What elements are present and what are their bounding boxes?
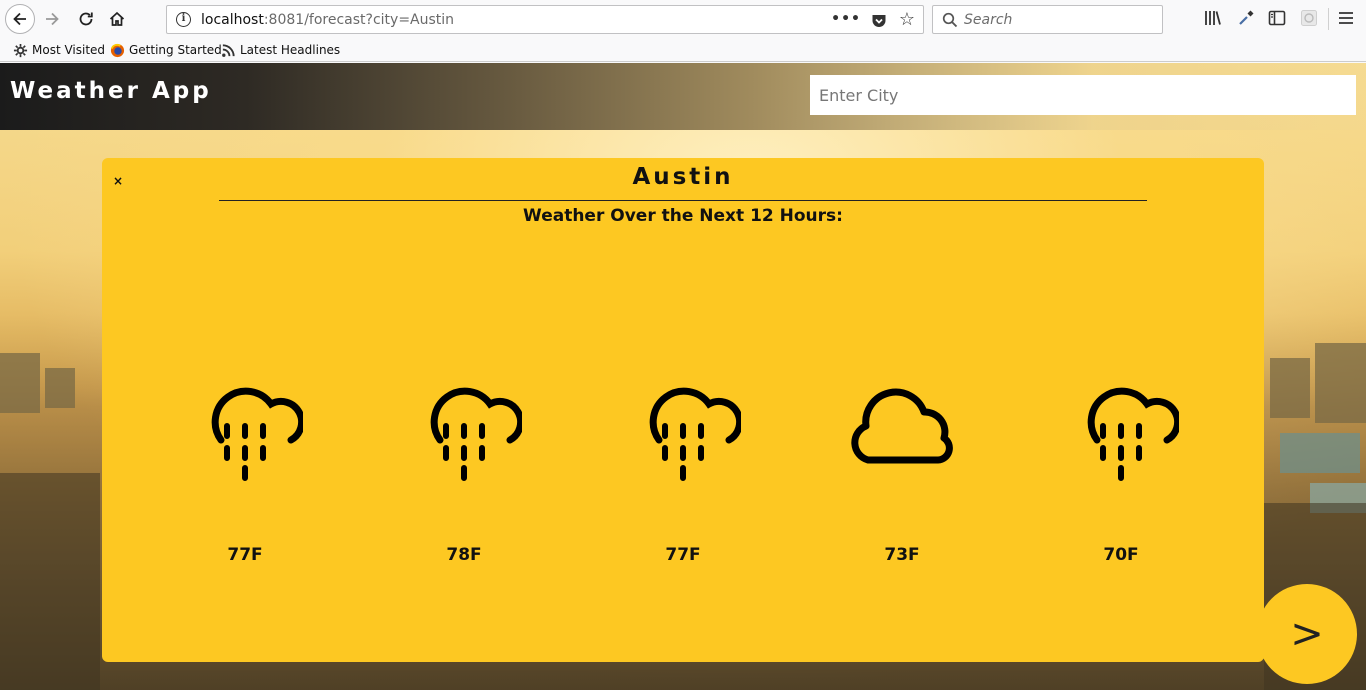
forecast-temp: 70F (1103, 545, 1139, 565)
rain-icon (649, 387, 741, 481)
forecast-temp: 77F (227, 545, 263, 565)
rain-icon (211, 387, 303, 481)
forecast-item: 73F (822, 368, 982, 568)
forecast-item: 70F (1041, 368, 1201, 568)
browser-search-bar[interactable]: Search (932, 5, 1163, 34)
rss-icon (220, 42, 236, 58)
next-button[interactable]: > (1257, 584, 1357, 684)
reload-button[interactable] (72, 5, 100, 33)
url-bar[interactable]: i localhost:8081/forecast?city=Austin ••… (166, 5, 924, 34)
forecast-temp: 77F (665, 545, 701, 565)
page-content: Weather App × Austin Weather Over the Ne… (0, 63, 1366, 690)
eyedropper-icon[interactable] (1237, 9, 1255, 32)
search-placeholder: Search (964, 12, 1013, 28)
info-icon[interactable]: i (176, 12, 191, 27)
bookmark-latest-headlines[interactable]: Latest Headlines (220, 42, 340, 58)
bookmark-label: Getting Started (129, 43, 222, 57)
gear-icon (12, 42, 28, 58)
page-actions-icon[interactable]: ••• (831, 9, 861, 29)
back-button[interactable] (5, 4, 35, 34)
sidebar-icon[interactable] (1268, 9, 1286, 32)
app-title: Weather App (10, 78, 212, 104)
forecast-card: × Austin Weather Over the Next 12 Hours:… (102, 158, 1264, 662)
search-icon (942, 12, 958, 28)
hamburger-menu-icon[interactable] (1338, 9, 1354, 32)
url-path: :8081/forecast?city=Austin (263, 12, 455, 28)
cloud-icon (851, 388, 953, 464)
forward-arrow-icon (46, 12, 59, 26)
forecast-item: 77F (165, 368, 325, 568)
city-search-input[interactable] (810, 75, 1356, 115)
home-icon (109, 11, 125, 26)
url-text[interactable]: localhost:8081/forecast?city=Austin (201, 12, 454, 29)
forward-button[interactable] (38, 5, 66, 33)
forecast-temp: 78F (446, 545, 482, 565)
toolbar-divider (1328, 8, 1329, 30)
firefox-icon (109, 42, 125, 58)
back-arrow-icon (13, 12, 26, 26)
reload-icon (79, 12, 93, 26)
library-icon[interactable] (1204, 9, 1222, 32)
bookmark-label: Latest Headlines (240, 43, 341, 57)
bookmark-getting-started[interactable]: Getting Started (109, 42, 222, 58)
forecast-item: 78F (384, 368, 544, 568)
bookmark-star-icon[interactable]: ☆ (899, 10, 915, 30)
bookmark-label: Most Visited (32, 43, 106, 57)
pocket-icon[interactable] (871, 13, 887, 29)
home-button[interactable] (103, 5, 131, 33)
browser-toolbar: i localhost:8081/forecast?city=Austin ••… (0, 0, 1366, 38)
forecast-temp: 73F (884, 545, 920, 565)
bookmarks-toolbar: Most Visited Getting Started Latest Head… (0, 38, 1366, 62)
forecast-item: 77F (603, 368, 763, 568)
forecast-list: 77F 78F 77F 73F 70F (102, 158, 1264, 662)
app-header: Weather App (0, 63, 1366, 130)
rain-icon (1087, 387, 1179, 481)
rain-icon (430, 387, 522, 481)
bookmark-most-visited[interactable]: Most Visited (12, 42, 105, 58)
extension-icon[interactable] (1300, 9, 1318, 32)
url-host: localhost (201, 12, 264, 28)
